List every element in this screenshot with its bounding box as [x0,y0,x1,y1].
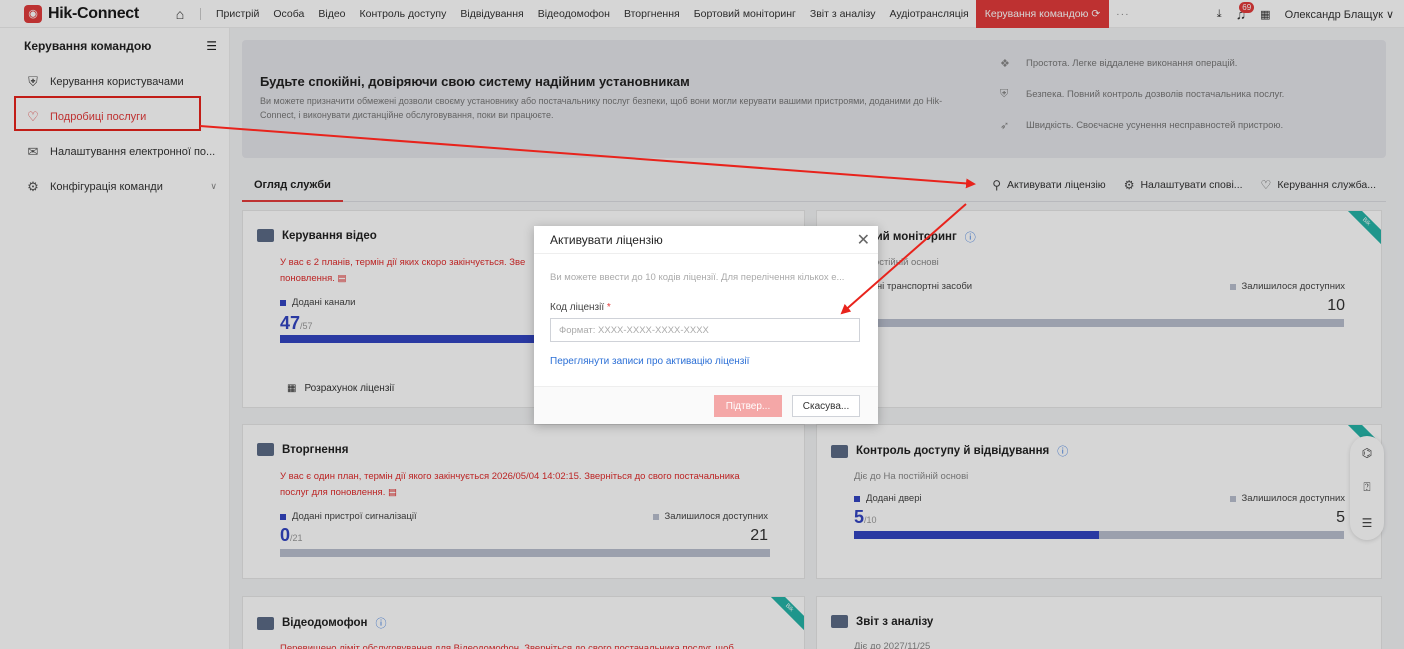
label-text: Код ліцензії [550,302,605,313]
confirm-button[interactable]: Підтвер... [714,395,782,417]
license-code-label: Код ліцензії * [550,302,611,313]
activate-license-dialog: Активувати ліцензію ✕ Ви можете ввести д… [534,226,878,424]
required-mark: * [606,302,611,313]
close-icon[interactable]: ✕ [857,230,870,250]
dialog-title: Активувати ліцензію [550,232,663,247]
view-activation-records-link[interactable]: Переглянути записи про активацію ліцензі… [550,356,749,367]
dialog-header: Активувати ліцензію ✕ [534,226,878,254]
dialog-hint: Ви можете ввести до 10 кодів ліцензії. Д… [550,272,845,283]
license-code-input[interactable] [550,318,860,342]
dialog-footer: Підтвер... Скасува... [534,386,878,424]
cancel-button[interactable]: Скасува... [792,395,860,417]
